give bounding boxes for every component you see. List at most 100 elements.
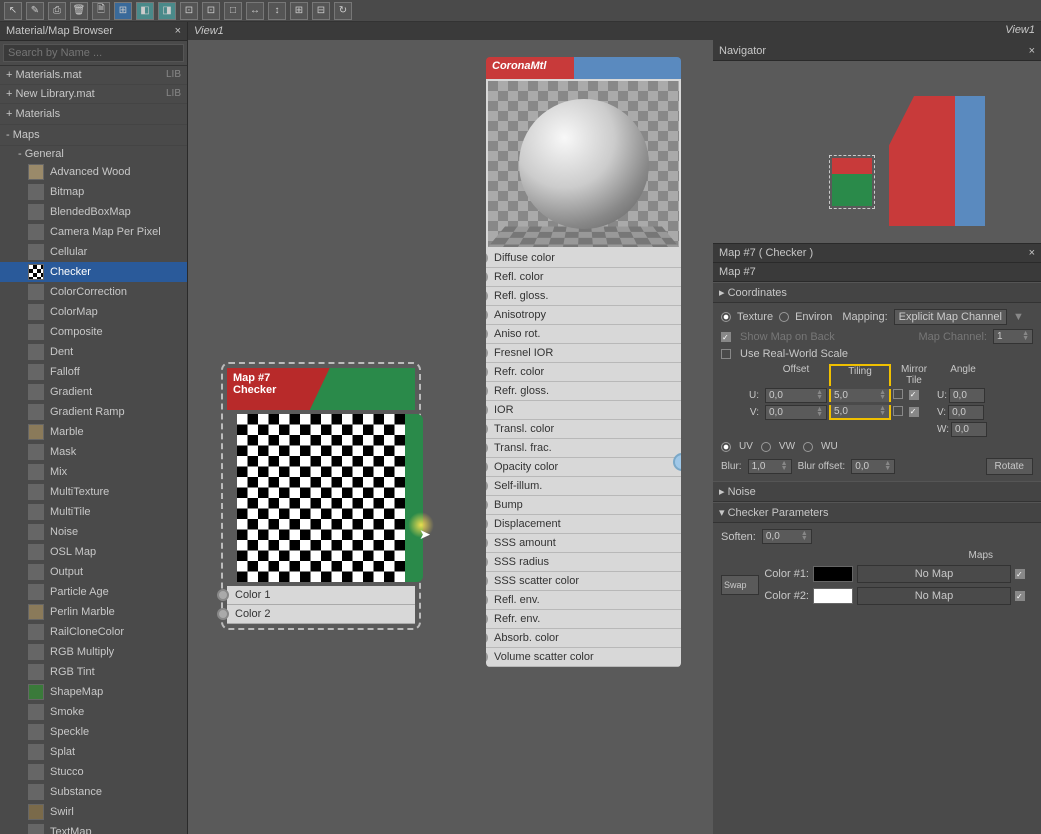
material-slot[interactable]: Fresnel IOR	[486, 344, 681, 363]
angle-w[interactable]: 0,0	[951, 422, 987, 437]
wu-radio[interactable]	[803, 442, 813, 452]
close-icon[interactable]: ×	[1029, 45, 1035, 57]
swap-button[interactable]: Swap	[721, 575, 759, 595]
offset-v[interactable]: 0,0▲▼	[765, 405, 827, 420]
mapping-select[interactable]: Explicit Map Channel	[894, 309, 1007, 325]
tool-box3[interactable]: □	[224, 2, 242, 20]
mirror-u[interactable]	[893, 389, 903, 399]
rotate-button[interactable]: Rotate	[986, 458, 1033, 475]
tool-refresh[interactable]: ↻	[334, 2, 352, 20]
environ-radio[interactable]	[779, 312, 789, 322]
slot-port[interactable]	[486, 347, 488, 359]
color2-enable[interactable]	[1015, 591, 1025, 601]
material-slot[interactable]: Refr. color	[486, 363, 681, 382]
material-slot[interactable]: Refl. gloss.	[486, 287, 681, 306]
map-type-item[interactable]: Speckle	[0, 722, 187, 742]
map-type-item[interactable]: Dent	[0, 342, 187, 362]
map-type-item[interactable]: Marble	[0, 422, 187, 442]
material-slot[interactable]: Transl. color	[486, 420, 681, 439]
map-type-item[interactable]: Stucco	[0, 762, 187, 782]
map-type-item[interactable]: Splat	[0, 742, 187, 762]
map-type-item[interactable]: MultiTexture	[0, 482, 187, 502]
blur-spinner[interactable]: 1,0▲▼	[748, 459, 792, 474]
tool-grid[interactable]: ⊞	[114, 2, 132, 20]
map-type-item[interactable]: Perlin Marble	[0, 602, 187, 622]
material-slot[interactable]: Absorb. color	[486, 629, 681, 648]
map-type-item[interactable]: Gradient	[0, 382, 187, 402]
show-map-checkbox[interactable]	[721, 332, 731, 342]
map-type-item[interactable]: Camera Map Per Pixel	[0, 222, 187, 242]
materials-section[interactable]: + Materials	[0, 104, 187, 125]
material-slot[interactable]: Self-illum.	[486, 477, 681, 496]
map-type-item[interactable]: Advanced Wood	[0, 162, 187, 182]
tool-doc[interactable]: 🗎	[92, 2, 110, 20]
slot-port[interactable]	[486, 651, 488, 663]
angle-v[interactable]: 0,0	[948, 405, 984, 420]
tile-v[interactable]	[909, 407, 919, 417]
material-slot[interactable]: Refr. env.	[486, 610, 681, 629]
material-slot[interactable]: Refl. color	[486, 268, 681, 287]
slot-port[interactable]	[486, 385, 488, 397]
slot-port[interactable]	[486, 442, 488, 454]
map-type-item[interactable]: Checker	[0, 262, 187, 282]
material-slot[interactable]: Diffuse color	[486, 249, 681, 268]
tool-cursor[interactable]: ↖	[4, 2, 22, 20]
color1-enable[interactable]	[1015, 569, 1025, 579]
view-tab[interactable]: View1	[713, 22, 1041, 42]
slot-port[interactable]	[486, 518, 488, 530]
tool-print[interactable]: ⎙	[48, 2, 66, 20]
tool-arrv[interactable]: ↕	[268, 2, 286, 20]
map-type-item[interactable]: Smoke	[0, 702, 187, 722]
tool-minus[interactable]: ⊟	[312, 2, 330, 20]
color2-slot[interactable]: Color 2	[227, 605, 415, 624]
corona-material-node[interactable]: CoronaMtl Diffuse colorRefl. colorRefl. …	[486, 57, 681, 667]
map-type-item[interactable]: Swirl	[0, 802, 187, 822]
map-type-item[interactable]: Output	[0, 562, 187, 582]
material-slot[interactable]: Volume scatter color	[486, 648, 681, 667]
slot-port[interactable]	[486, 271, 488, 283]
color2-swatch[interactable]	[813, 588, 853, 604]
slot-port[interactable]	[486, 499, 488, 511]
tile-u[interactable]	[909, 390, 919, 400]
slot-port[interactable]	[486, 366, 488, 378]
material-slot[interactable]: Bump	[486, 496, 681, 515]
slot-port[interactable]	[486, 252, 488, 264]
slot-port[interactable]	[486, 309, 488, 321]
material-slot[interactable]: Opacity color	[486, 458, 681, 477]
map-type-item[interactable]: ColorMap	[0, 302, 187, 322]
map-type-item[interactable]: RGB Tint	[0, 662, 187, 682]
tool-h[interactable]: ◧	[136, 2, 154, 20]
vw-radio[interactable]	[761, 442, 771, 452]
map-channel-spinner[interactable]: 1▲▼	[993, 329, 1033, 344]
map-type-item[interactable]: TextMap	[0, 822, 187, 834]
material-slot[interactable]: IOR	[486, 401, 681, 420]
map-type-item[interactable]: ShapeMap	[0, 682, 187, 702]
map-type-item[interactable]: Particle Age	[0, 582, 187, 602]
angle-u[interactable]: 0,0	[949, 388, 985, 403]
map-type-item[interactable]: RailCloneColor	[0, 622, 187, 642]
map-type-item[interactable]: RGB Multiply	[0, 642, 187, 662]
material-slot[interactable]: Aniso rot.	[486, 325, 681, 344]
soften-spinner[interactable]: 0,0▲▼	[762, 529, 812, 544]
tool-arrh[interactable]: ↔	[246, 2, 264, 20]
map-type-item[interactable]: ColorCorrection	[0, 282, 187, 302]
map-type-item[interactable]: Composite	[0, 322, 187, 342]
tool-plus[interactable]: ⊞	[290, 2, 308, 20]
slot-port[interactable]	[486, 404, 488, 416]
close-icon[interactable]: ×	[1029, 247, 1035, 259]
map-type-item[interactable]: Gradient Ramp	[0, 402, 187, 422]
tiling-v[interactable]: 5,0▲▼	[829, 405, 891, 420]
checker-node[interactable]: Map #7 Checker Color 1 Color 2	[221, 362, 421, 630]
slot-port[interactable]	[486, 613, 488, 625]
mirror-v[interactable]	[893, 406, 903, 416]
slot-port[interactable]	[486, 480, 488, 492]
color1-map-button[interactable]: No Map	[857, 565, 1011, 583]
tool-edit[interactable]: ✎	[26, 2, 44, 20]
real-world-checkbox[interactable]	[721, 349, 731, 359]
map-name-field[interactable]: Map #7	[713, 263, 1041, 282]
map-type-item[interactable]: MultiTile	[0, 502, 187, 522]
map-type-item[interactable]: OSL Map	[0, 542, 187, 562]
slot-port[interactable]	[486, 594, 488, 606]
maps-section[interactable]: - Maps	[0, 125, 187, 146]
slot-port[interactable]	[486, 328, 488, 340]
